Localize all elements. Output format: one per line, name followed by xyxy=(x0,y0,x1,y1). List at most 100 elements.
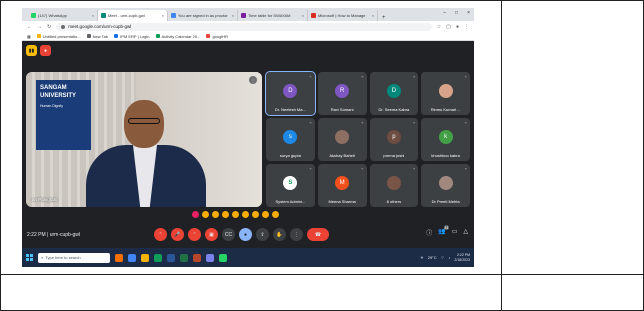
info-icon[interactable]: ▮▮ xyxy=(26,45,37,56)
minimize-icon[interactable]: – xyxy=(443,10,446,16)
participant-tile[interactable]: ⌁ 8 others xyxy=(369,164,419,207)
bookmark-item[interactable]: Activity Calendar 20... xyxy=(155,34,200,39)
speaker-glasses xyxy=(128,118,160,124)
mic-off-button[interactable]: 🎤 xyxy=(171,228,184,241)
explorer-icon[interactable] xyxy=(141,253,149,262)
search-icon: ⌕ xyxy=(41,255,44,260)
avatar: M xyxy=(335,175,350,190)
participant-tile[interactable]: M ⌁ Meena Sharma xyxy=(317,164,367,207)
slides-icon xyxy=(36,34,41,38)
cry-reaction-icon[interactable] xyxy=(252,211,259,218)
extensions-icon[interactable]: ▢ xyxy=(446,24,451,30)
present-button[interactable]: ⇪ xyxy=(256,228,269,241)
record-icon[interactable]: ● xyxy=(40,45,51,56)
reload-icon[interactable]: ↻ xyxy=(47,24,51,30)
tab-label: (147) WhatsApp xyxy=(38,13,67,18)
bookmark-item[interactable]: New Tab xyxy=(86,34,108,39)
people-button[interactable]: 👥 23 xyxy=(438,225,449,237)
volume-icon[interactable]: ♪ xyxy=(448,255,450,260)
word-icon[interactable] xyxy=(167,253,175,262)
mic-options-button[interactable]: ⌃ xyxy=(154,228,167,241)
participant-name: Dr Preeti Mehta xyxy=(431,199,460,204)
participant-tile[interactable]: p ⌁ prerna joshi xyxy=(369,118,419,161)
profile-icon[interactable]: ● xyxy=(456,24,459,30)
participant-tile[interactable]: ⌁ Dr Preeti Mehta xyxy=(421,164,470,207)
tab-bar: (147) WhatsApp × Meet - urm-cupb-gwl × You… xyxy=(22,8,474,21)
meet-controls: 2:22 PM | urm-cupb-gwl ⌃ 🎤 ⌃ ▣ CC ● ⇪ ✋ … xyxy=(22,222,474,248)
activities-button[interactable]: △ xyxy=(463,228,468,237)
captions-button[interactable]: CC xyxy=(222,228,235,241)
hand-button[interactable]: ✋ xyxy=(273,228,286,241)
camera-options-button[interactable]: ⌃ xyxy=(188,228,201,241)
whatsapp-taskbar-icon[interactable] xyxy=(219,253,227,262)
clock[interactable]: 2:22 PM 2/18/2023 xyxy=(454,253,470,263)
taskbar-search-input[interactable]: ⌕ Type here to search xyxy=(38,252,110,263)
task-view-icon[interactable] xyxy=(115,253,123,262)
chat-button[interactable]: ▭ xyxy=(452,228,458,237)
tab-label: Meet - urm-cupb-gwl xyxy=(108,13,145,18)
participant-tile[interactable]: D ⌁ Dr. Neelesh Ma... xyxy=(265,71,316,116)
tab-whatsapp[interactable]: (147) WhatsApp × xyxy=(28,10,98,21)
url-input[interactable]: meet.google.com/urm-cupb-gwl xyxy=(56,22,432,31)
lock-icon xyxy=(61,24,66,29)
teams-icon[interactable] xyxy=(206,253,214,262)
close-window-icon[interactable]: × xyxy=(467,10,470,16)
participant-tile[interactable]: ⌁ Akshay Baheti xyxy=(317,118,367,161)
end-call-button[interactable]: ☎ xyxy=(307,228,329,241)
close-icon[interactable]: × xyxy=(162,13,164,18)
participant-tile[interactable]: D ⌁ Dr. Seema Kabra xyxy=(369,72,419,115)
participant-name: Akshay Baheti xyxy=(329,153,355,158)
thinking-reaction-icon[interactable] xyxy=(262,211,269,218)
forward-icon[interactable]: → xyxy=(37,24,42,30)
heart-reaction-icon[interactable] xyxy=(192,211,199,218)
star-icon[interactable]: ☆ xyxy=(437,24,441,30)
chrome-icon[interactable] xyxy=(154,253,162,262)
more-options-icon[interactable]: ⋮ xyxy=(249,76,257,84)
laugh-reaction-icon[interactable] xyxy=(232,211,239,218)
participant-name: Dr. Seema Kabra xyxy=(378,107,410,112)
tab-meet[interactable]: Meet - urm-cupb-gwl × xyxy=(98,10,168,21)
tab-microsoft[interactable]: Microsoft | How to Manage × xyxy=(308,10,378,21)
bookmark-item[interactable]: IPM ERP | Login xyxy=(114,34,150,39)
avatar: D xyxy=(283,83,298,98)
maximize-icon[interactable]: □ xyxy=(455,10,458,16)
tab-proctor[interactable]: You are signed in as proctor × xyxy=(168,10,238,21)
close-icon[interactable]: × xyxy=(232,13,234,18)
participant-tile[interactable]: R ⌁ Ravi Somani xyxy=(317,72,367,115)
participant-grid: D ⌁ Dr. Neelesh Ma... R ⌁ Ravi Somani D ⌁ Dr. Se… xyxy=(265,71,470,207)
participant-name: prerna joshi xyxy=(383,153,405,158)
weather-text: 29°C xyxy=(427,255,437,260)
close-icon[interactable]: × xyxy=(92,13,94,18)
menu-icon[interactable]: ⋮ xyxy=(464,24,469,30)
mic-muted-icon: ⌁ xyxy=(412,120,416,125)
powerpoint-icon[interactable] xyxy=(193,253,201,262)
participant-tile[interactable]: S ⌁ System Admini... xyxy=(266,164,315,207)
windows-start-icon[interactable] xyxy=(26,254,33,261)
info-button[interactable]: ⓘ xyxy=(426,228,432,237)
clap-reaction-icon[interactable] xyxy=(222,211,229,218)
mic-muted-icon: ⌁ xyxy=(464,74,467,79)
bookmark-item[interactable]: Untitled presentatio... xyxy=(36,34,81,39)
globe-icon xyxy=(86,34,91,38)
raise-hand-button[interactable]: ● xyxy=(239,228,252,241)
participant-tile[interactable]: s ⌁ surya gupta xyxy=(266,118,315,161)
network-icon[interactable]: ⌔ xyxy=(441,255,445,261)
party-reaction-icon[interactable] xyxy=(212,211,219,218)
participant-tile[interactable]: ⌁ Rinmo Kumari ... xyxy=(421,72,470,115)
more-options-button[interactable]: ⋮ xyxy=(290,228,303,241)
tab-timetable[interactable]: Time table for SWAYAM × xyxy=(238,10,308,21)
camera-off-button[interactable]: ▣ xyxy=(205,228,218,241)
close-icon[interactable]: × xyxy=(302,13,304,18)
edge-icon[interactable] xyxy=(128,253,136,262)
whatsapp-icon xyxy=(31,13,36,18)
close-icon[interactable]: × xyxy=(372,13,374,18)
participant-tile[interactable]: k ⌁ khushboo kabra xyxy=(421,118,470,161)
thumbsup-reaction-icon[interactable] xyxy=(202,211,209,218)
apps-icon[interactable]: ▦ xyxy=(27,34,31,39)
bookmark-item[interactable]: googlHR xyxy=(206,34,228,39)
excel-icon[interactable] xyxy=(180,253,188,262)
speaker-tile[interactable]: SANGAM UNIVERSITY Human Dignity ⋮ an Pan… xyxy=(26,72,262,207)
surprised-reaction-icon[interactable] xyxy=(242,211,249,218)
thumbsdown-reaction-icon[interactable] xyxy=(272,211,279,218)
back-icon[interactable]: ← xyxy=(27,24,32,30)
